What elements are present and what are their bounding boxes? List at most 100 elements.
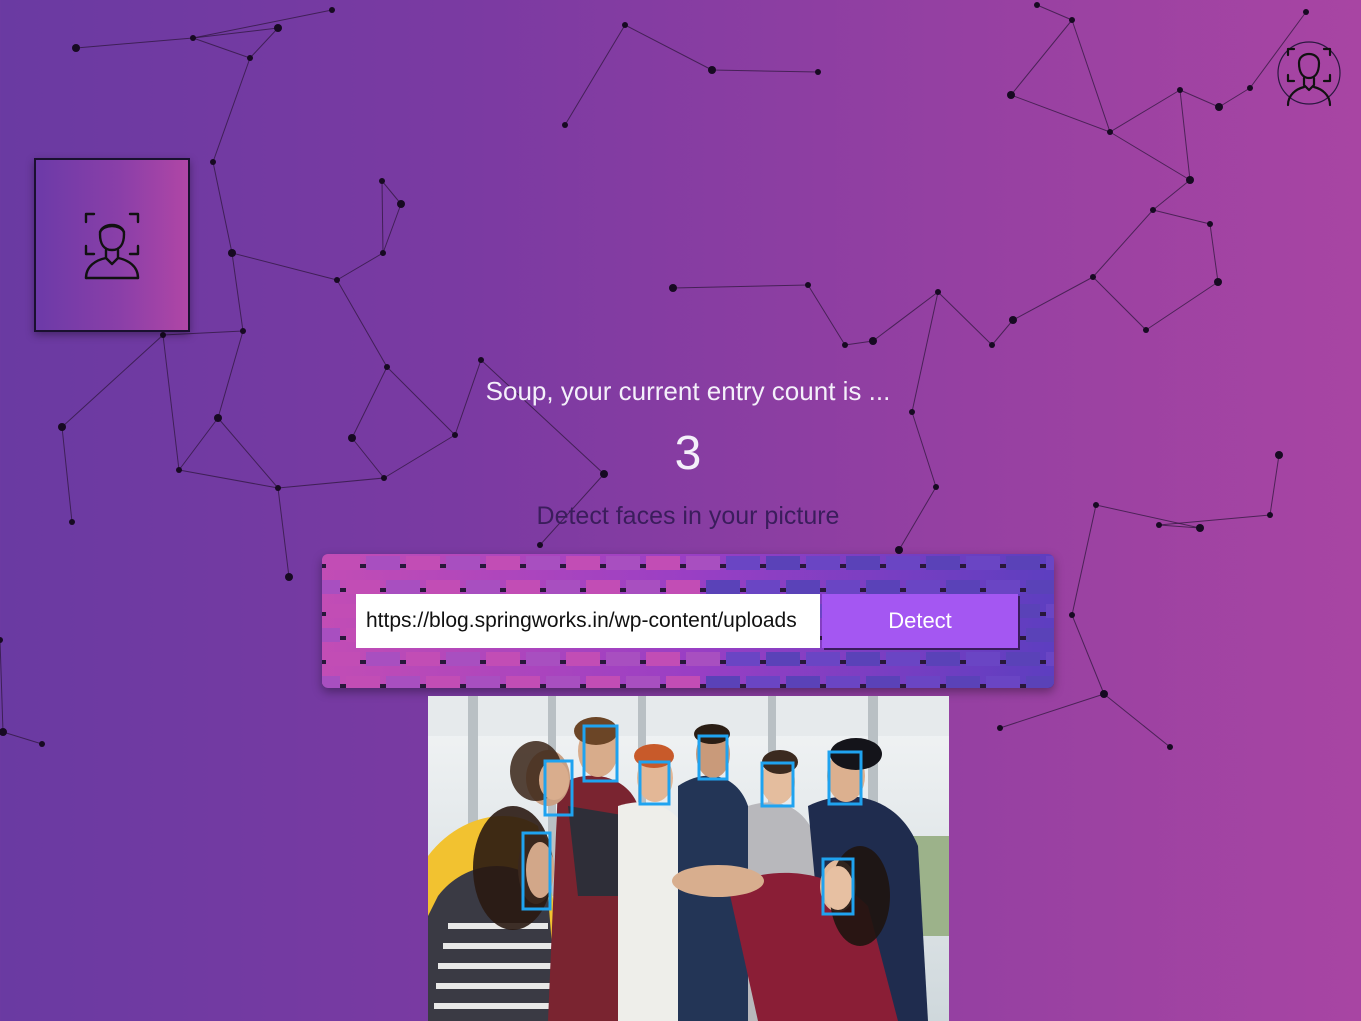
brick [606,556,640,570]
particle-link [1010,19,1073,96]
brick [806,556,840,570]
particle-node [1186,176,1194,184]
brick [426,580,460,594]
brick [986,580,1020,594]
signout-avatar[interactable] [1276,37,1342,109]
particle-link [212,57,251,163]
brick [406,652,440,666]
particle-node [1150,207,1156,213]
brick [706,580,740,594]
brick [506,676,540,688]
brick [906,676,940,688]
particle-link [192,37,251,59]
brick [566,652,600,666]
particle-node [1207,221,1213,227]
particle-node [1177,87,1183,93]
brick [726,652,760,666]
particle-node [1069,17,1075,23]
brick [946,580,980,594]
particle-node [1007,91,1015,99]
particle-link [1179,89,1220,108]
particle-node [285,573,293,581]
particle-link [672,284,809,289]
particle-node [0,637,3,643]
particle-node [1215,103,1223,111]
brick [326,556,360,570]
particle-node [895,546,903,554]
detect-button[interactable]: Detect [822,594,1018,648]
particle-node [1090,274,1096,280]
particle-link [2,731,43,745]
brick [946,676,980,688]
brick [386,676,420,688]
particle-node [1167,744,1173,750]
brick [746,580,780,594]
particle-node [72,44,80,52]
particle-node [274,24,282,32]
particle-node [0,728,7,736]
brick [826,580,860,594]
particle-node [380,250,386,256]
particle-link [192,9,333,39]
particle-node [909,409,915,415]
image-url-input[interactable] [356,594,820,648]
particle-link [336,279,388,368]
brick [1046,556,1054,570]
particle-node [247,55,253,61]
brick [1006,652,1040,666]
particle-link [844,340,874,346]
particle-link [1092,276,1147,331]
app-logo [34,158,190,332]
particle-link [624,24,713,71]
particle-node [379,178,385,184]
particle-link [1071,614,1105,695]
particle-node [397,200,405,208]
particle-link [381,180,402,205]
particle-node [1303,9,1309,15]
brick [966,652,1000,666]
brick [826,676,860,688]
particle-node [190,35,196,41]
particle-node [334,277,340,283]
brick [866,676,900,688]
particle-node [160,332,166,338]
brick [666,676,700,688]
brick [646,652,680,666]
particle-link [1010,94,1111,133]
brick [866,580,900,594]
particle-link [1109,131,1191,181]
brick [926,556,960,570]
brick [1026,676,1054,688]
particle-link [1109,89,1181,133]
particle-link [711,69,819,73]
particle-node [989,342,995,348]
brick [486,652,520,666]
brick [506,580,540,594]
particle-node [562,122,568,128]
particle-link [336,252,384,281]
particle-link [0,639,4,733]
particle-link [1209,223,1219,283]
brick [546,676,580,688]
brick [606,652,640,666]
brick [786,676,820,688]
particle-link [249,27,279,59]
detection-result-image [428,696,949,1021]
brick [526,652,560,666]
brick [366,556,400,570]
particle-link [1145,281,1219,331]
particle-link [564,24,626,126]
brick [366,652,400,666]
brick [346,676,380,688]
particle-node [935,289,941,295]
brick [1026,628,1054,642]
brick [486,556,520,570]
particle-node [669,284,677,292]
brick [322,676,340,688]
entry-count-message: Soup, your current entry count is ... [485,376,891,406]
particle-link [381,180,384,254]
particle-node [1034,2,1040,8]
particle-link [382,203,402,254]
particle-node [384,364,390,370]
brick [626,580,660,594]
